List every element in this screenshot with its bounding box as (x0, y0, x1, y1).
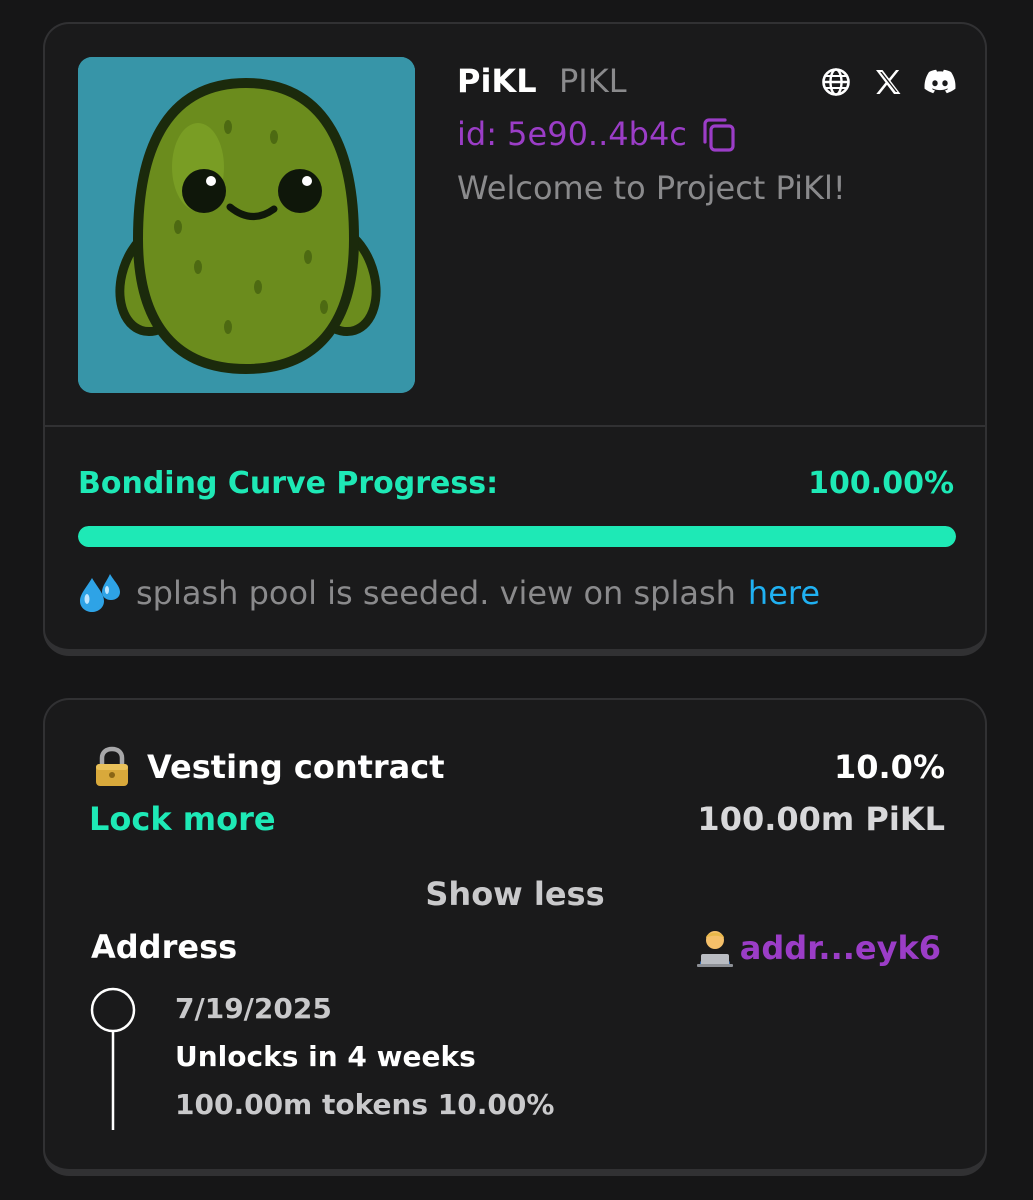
splash-link[interactable]: here (748, 574, 820, 612)
unlock-status: Unlocks in 4 weeks (175, 1040, 476, 1073)
lock-more-button[interactable]: Lock more (89, 800, 276, 838)
show-less-button[interactable]: Show less (45, 875, 985, 913)
pickle-mascot-image (78, 57, 415, 393)
vesting-title: Vesting contract (147, 748, 445, 786)
token-name: PiKL (457, 62, 537, 100)
unlock-date: 7/19/2025 (175, 992, 332, 1025)
splash-text: splash pool is seeded. view on splash (136, 574, 736, 612)
token-ticker: PIKL (559, 62, 627, 100)
timeline-marker (90, 987, 136, 1130)
address-value[interactable]: addr...eyk6 (740, 929, 941, 967)
token-info-card: PiKL PIKL id: 5e90..4b4c Welcome to Proj… (43, 22, 987, 656)
discord-icon[interactable] (924, 66, 956, 98)
bonding-curve-label: Bonding Curve Progress: (78, 466, 499, 501)
copy-icon[interactable] (699, 114, 739, 154)
splash-status: splash pool is seeded. view on splash he… (78, 572, 820, 614)
vesting-percent: 10.0% (833, 748, 945, 786)
bonding-curve-progress-bar (78, 526, 956, 547)
bonding-curve-progress-fill (78, 526, 956, 547)
unlock-amount: 100.00m tokens 10.00% (175, 1088, 555, 1121)
token-description: Welcome to Project PiKl! (457, 169, 846, 207)
divider (45, 425, 985, 427)
address-label: Address (91, 928, 238, 966)
globe-icon[interactable] (820, 66, 852, 98)
technologist-icon (694, 928, 736, 968)
bonding-curve-value: 100.00% (808, 466, 954, 501)
address-row: addr...eyk6 (694, 928, 941, 968)
sweat-droplets-icon (78, 572, 124, 614)
vesting-card: Vesting contract 10.0% Lock more 100.00m… (43, 698, 987, 1176)
token-id: id: 5e90..4b4c (457, 115, 687, 153)
vesting-amount: 100.00m PiKL (697, 800, 945, 838)
lock-icon (91, 746, 133, 788)
x-icon[interactable] (872, 66, 904, 98)
